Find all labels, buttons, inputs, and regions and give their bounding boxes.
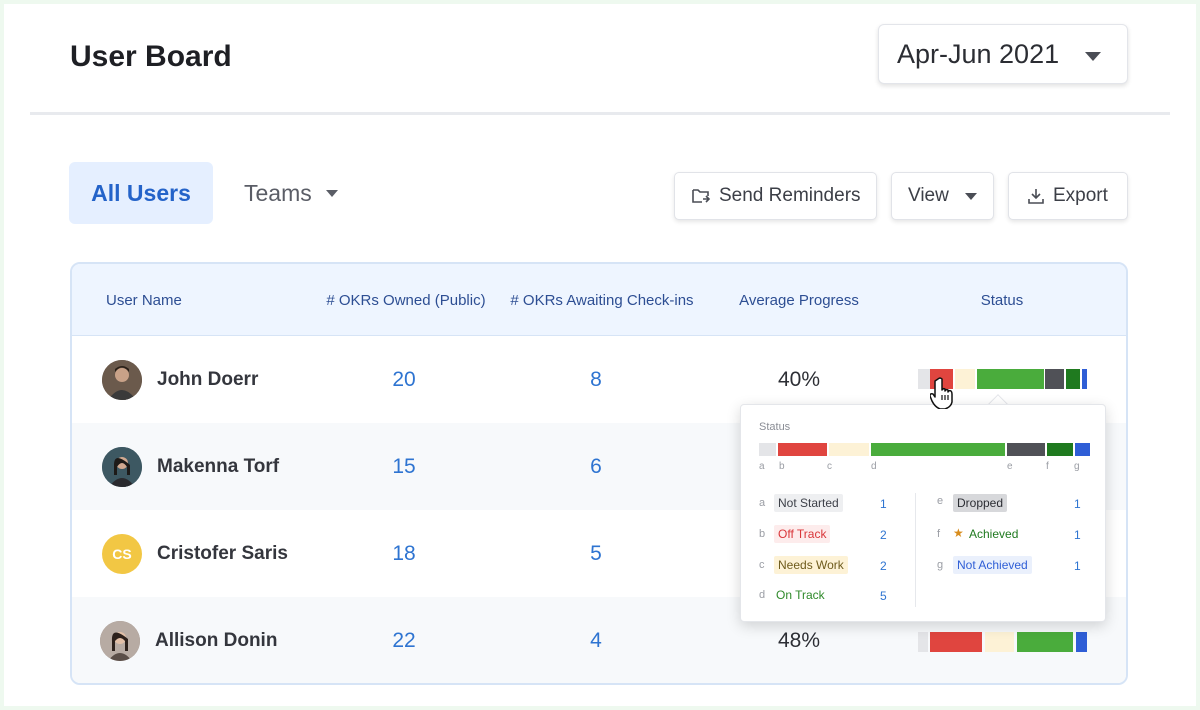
legend-count: 1 <box>1074 497 1081 511</box>
period-select[interactable]: Apr-Jun 2021 <box>878 24 1128 84</box>
status-seg-not-started <box>759 443 776 456</box>
legend-count: 1 <box>1074 559 1081 573</box>
legend-divider <box>915 493 916 607</box>
send-reminders-label: Send Reminders <box>719 185 861 206</box>
status-seg-dropped <box>1007 443 1045 456</box>
avatar: CS <box>102 534 142 574</box>
user-photo-icon <box>102 447 142 487</box>
app-frame: User Board Apr-Jun 2021 All Users Teams … <box>4 4 1196 706</box>
view-button[interactable]: View <box>891 172 994 220</box>
status-seg-needs-work[interactable] <box>985 632 1014 652</box>
avatar <box>100 621 140 661</box>
bar-letter: b <box>779 461 785 472</box>
okrs-awaiting-value[interactable]: 8 <box>536 336 656 423</box>
user-name[interactable]: Cristofer Saris <box>157 510 288 597</box>
okrs-awaiting-value[interactable]: 5 <box>536 510 656 597</box>
legend-letter: b <box>759 528 766 540</box>
user-name[interactable]: John Doerr <box>157 336 258 423</box>
status-seg-on-track[interactable] <box>1017 632 1073 652</box>
tab-teams-label: Teams <box>244 179 312 206</box>
legend-badge-not-achieved: Not Achieved <box>953 556 1032 574</box>
col-okrs-owned[interactable]: # OKRs Owned (Public) <box>320 264 492 336</box>
status-seg-achieved <box>1047 443 1073 456</box>
col-status[interactable]: Status <box>952 264 1052 336</box>
status-seg-off-track[interactable] <box>930 632 982 652</box>
status-seg-needs-work[interactable] <box>955 369 975 389</box>
tab-teams[interactable]: Teams <box>244 162 338 224</box>
page-title: User Board <box>70 40 232 73</box>
status-seg-on-track <box>871 443 1005 456</box>
status-seg-off-track <box>778 443 827 456</box>
popover-status-bar <box>759 443 1091 456</box>
legend-count: 1 <box>1074 528 1081 542</box>
okrs-awaiting-value[interactable]: 4 <box>536 597 656 683</box>
legend-letter: d <box>759 589 766 601</box>
header-divider <box>30 112 1170 115</box>
status-seg-not-achieved[interactable] <box>1082 369 1087 389</box>
legend-letter: e <box>937 495 944 507</box>
status-seg-not-achieved <box>1075 443 1090 456</box>
party-popper-icon: ★ <box>953 526 964 540</box>
popover-title: Status <box>759 421 791 433</box>
legend-letter: c <box>759 559 765 571</box>
okrs-owned-value[interactable]: 15 <box>344 423 464 510</box>
export-label: Export <box>1053 185 1108 206</box>
status-bar[interactable] <box>918 632 1090 652</box>
legend-count: 1 <box>880 497 887 511</box>
col-okrs-awaiting[interactable]: # OKRs Awaiting Check-ins <box>504 264 700 336</box>
col-user-name[interactable]: User Name <box>106 264 182 336</box>
legend-badge-off-track: Off Track <box>774 525 831 543</box>
legend-letter: g <box>937 559 944 571</box>
legend-letter: a <box>759 497 766 509</box>
legend-count: 5 <box>880 589 887 603</box>
legend-count: 2 <box>880 559 887 573</box>
tab-all-users[interactable]: All Users <box>69 162 213 224</box>
bar-letter: d <box>871 461 877 472</box>
chevron-down-icon <box>964 192 977 200</box>
bar-letter: a <box>759 461 765 472</box>
view-label: View <box>908 185 949 206</box>
chevron-down-icon <box>325 189 338 197</box>
folder-send-icon <box>692 189 711 203</box>
legend-badge-on-track: On Track <box>776 588 825 602</box>
user-photo-icon <box>102 360 142 400</box>
status-seg-achieved[interactable] <box>1066 369 1080 389</box>
send-reminders-button[interactable]: Send Reminders <box>674 172 877 220</box>
table-header: User Name # OKRs Owned (Public) # OKRs A… <box>72 264 1126 336</box>
legend-badge-dropped: Dropped <box>953 494 1008 512</box>
legend-letter: f <box>937 528 941 540</box>
okrs-owned-value[interactable]: 18 <box>344 510 464 597</box>
status-seg-not-started[interactable] <box>918 369 930 389</box>
status-seg-on-track[interactable] <box>977 369 1044 389</box>
user-photo-icon <box>100 621 140 661</box>
okrs-owned-value[interactable]: 20 <box>344 336 464 423</box>
status-seg-needs-work <box>829 443 869 456</box>
okrs-owned-value[interactable]: 22 <box>344 597 464 683</box>
chevron-down-icon <box>1085 52 1101 61</box>
status-popover: Status a b c d e f g a Not Started 1 b O… <box>740 404 1106 622</box>
avatar <box>102 447 142 487</box>
bar-letter: e <box>1007 461 1013 472</box>
hand-pointer-icon <box>930 377 953 409</box>
legend-count: 2 <box>880 528 887 542</box>
period-select-value: Apr-Jun 2021 <box>897 38 1060 69</box>
user-name[interactable]: Allison Donin <box>155 597 277 683</box>
legend-badge-achieved: ★ Achieved <box>953 525 1022 543</box>
legend-badge-needs-work: Needs Work <box>774 556 848 574</box>
avatar <box>102 360 142 400</box>
user-name[interactable]: Makenna Torf <box>157 423 279 510</box>
okrs-awaiting-value[interactable]: 6 <box>536 423 656 510</box>
bar-letter: c <box>827 461 832 472</box>
status-seg-dropped[interactable] <box>1045 369 1064 389</box>
status-seg-not-started[interactable] <box>918 632 928 652</box>
legend-label: Achieved <box>969 527 1019 541</box>
legend-badge-not-started: Not Started <box>774 494 843 512</box>
avatar-initials: CS <box>112 546 132 562</box>
bar-letter: f <box>1046 461 1049 472</box>
col-avg-progress[interactable]: Average Progress <box>724 264 874 336</box>
export-button[interactable]: Export <box>1008 172 1128 220</box>
download-icon <box>1028 189 1044 204</box>
bar-letter: g <box>1074 461 1080 472</box>
status-seg-not-achieved[interactable] <box>1076 632 1087 652</box>
